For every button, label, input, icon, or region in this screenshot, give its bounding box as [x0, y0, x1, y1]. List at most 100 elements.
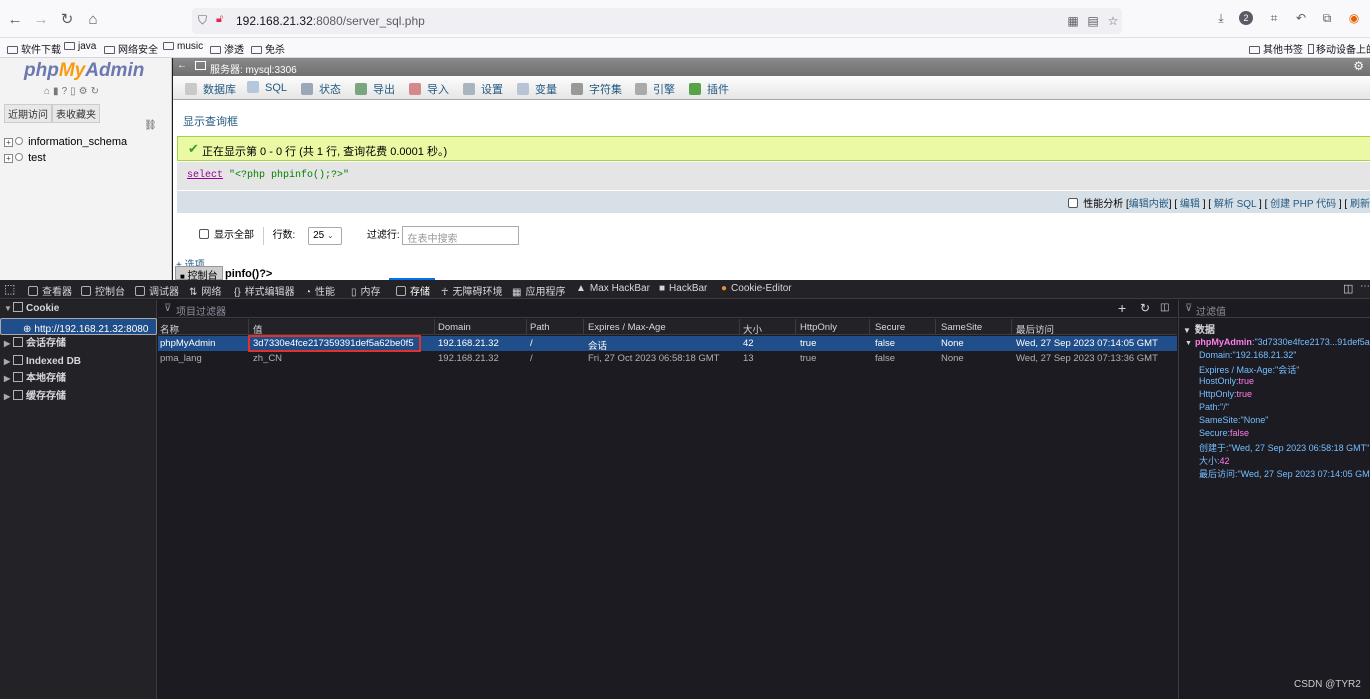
table-row[interactable]: pma_lang zh_CN 192.168.21.32 / Fri, 27 O… — [158, 351, 1177, 366]
refresh-icon[interactable]: ↻ — [1140, 301, 1150, 315]
expand-icon[interactable]: + — [4, 138, 13, 147]
tree-session-storage[interactable]: ▶ 会话存储 — [0, 335, 157, 352]
db-tree-item[interactable]: + information_schema — [4, 136, 127, 148]
cookie-property[interactable]: Secure:false — [1199, 428, 1249, 438]
profiling-checkbox[interactable] — [1068, 198, 1079, 208]
qr-code-icon[interactable]: ▦ — [1064, 12, 1082, 30]
dock-icon[interactable]: ◫ — [1343, 282, 1353, 295]
reader-view-icon[interactable]: ▤ — [1084, 12, 1102, 30]
tab-plugins[interactable]: 插件 — [689, 81, 729, 97]
db-tree-item[interactable]: + test — [4, 152, 46, 164]
show-query-box-link[interactable]: 显示查询框 — [183, 113, 238, 129]
tree-cookie[interactable]: ▼ Cookie — [0, 300, 157, 317]
tab-application[interactable]: ▦ 应用程序 — [512, 283, 565, 298]
tab-accessibility[interactable]: ☥ 无障碍环境 — [441, 283, 502, 298]
column-divider[interactable] — [739, 319, 740, 335]
tree-cache-storage[interactable]: ▶ 缓存存储 — [0, 388, 157, 405]
firefox-account-icon[interactable]: ◉ — [1345, 9, 1363, 27]
url-bar[interactable]: ⛉ 🔓︎ 192.168.21.32:8080/server_sql.php ▦… — [192, 8, 1122, 34]
collapse-arrow-icon[interactable]: ← — [177, 60, 187, 71]
cookie-property[interactable]: SameSite:"None" — [1199, 415, 1268, 425]
tab-import[interactable]: 导入 — [409, 81, 449, 97]
downloads-icon[interactable]: ⤓ — [1212, 9, 1230, 27]
gear-icon[interactable]: ⚙ — [1353, 59, 1364, 73]
item-filter[interactable]: ⊽ 项目过滤器 + ↻ ◫ — [158, 300, 1177, 318]
filter-rows-input[interactable]: 在表中搜索 — [402, 226, 520, 245]
tab-settings[interactable]: 设置 — [463, 81, 503, 97]
bookmark-mobile[interactable]: 移动设备上的 — [1308, 41, 1370, 56]
create-php-code-link[interactable]: 创建 PHP 代码 — [1270, 199, 1336, 210]
tab-debugger[interactable]: 调试器 — [135, 283, 179, 298]
edit-inline-link[interactable]: 编辑内嵌 — [1129, 199, 1169, 210]
refresh-link[interactable]: 刷新 — [1350, 199, 1370, 210]
cookie-property[interactable]: Domain:"192.168.21.32" — [1199, 350, 1296, 360]
column-divider[interactable] — [935, 319, 936, 335]
bookmark-folder[interactable]: 软件下载 — [7, 41, 61, 56]
crop-icon[interactable]: ⌗ — [1265, 9, 1283, 27]
toggle-sidebar-icon[interactable]: ◫ — [1160, 302, 1169, 313]
tab-performance[interactable]: ◔ 性能 — [305, 283, 335, 298]
bookmark-folder[interactable]: java — [64, 41, 96, 52]
explain-sql-link[interactable]: 解析 SQL — [1214, 199, 1256, 210]
rows-select[interactable]: 25 ⌄ — [308, 226, 343, 245]
extension-badge-icon[interactable]: 2 — [1239, 11, 1253, 25]
column-divider[interactable] — [795, 319, 796, 335]
column-header[interactable]: HttpOnly — [800, 322, 837, 333]
column-header[interactable]: SameSite — [941, 322, 982, 333]
show-all-checkbox[interactable] — [199, 229, 209, 240]
cookie-property[interactable]: Expires / Max-Age:"会话" — [1199, 363, 1299, 376]
bookmark-folder[interactable]: 网络安全 — [104, 41, 158, 56]
cookie-property[interactable]: Path:"/" — [1199, 402, 1229, 412]
expand-icon[interactable]: + — [4, 154, 13, 163]
tab-inspector[interactable]: 查看器 — [28, 283, 72, 298]
pma-console-tab[interactable]: ■ 控制台 — [175, 266, 223, 282]
column-header[interactable]: 大小 — [743, 322, 762, 336]
favorites-tab[interactable]: 表收藏夹 — [52, 104, 100, 123]
column-header[interactable]: 名称 — [160, 322, 179, 336]
tab-charsets[interactable]: 字符集 — [571, 81, 622, 97]
tab-max-hackbar[interactable]: ▲ Max HackBar — [576, 283, 650, 294]
bookmark-star-icon[interactable]: ☆ — [1104, 12, 1122, 30]
tab-style-editor[interactable]: {} 样式编辑器 — [234, 283, 295, 298]
tree-cookie-host[interactable]: ⊕ http://192.168.21.32:8080 — [0, 318, 157, 335]
reload-icon[interactable]: ↻ — [56, 9, 78, 31]
undo-icon[interactable]: ↶ — [1292, 9, 1310, 27]
home-icon[interactable]: ⌂ — [82, 9, 104, 31]
bookmark-folder[interactable]: 免杀 — [251, 41, 285, 56]
exit-icon[interactable]: ▮ — [53, 86, 62, 97]
docs-icon[interactable]: ▯ — [70, 86, 79, 97]
tab-variables[interactable]: 变量 — [517, 81, 557, 97]
value-filter[interactable]: ⊽ 过滤值 — [1179, 300, 1370, 318]
cookie-value[interactable]: zh_CN — [253, 353, 282, 364]
tab-network[interactable]: ⇅ 网络 — [189, 283, 221, 298]
back-icon[interactable]: ← — [4, 9, 26, 31]
tab-export[interactable]: 导出 — [355, 81, 395, 97]
column-header[interactable]: 最后访问 — [1016, 322, 1054, 336]
cookie-property[interactable]: 最后访问:"Wed, 27 Sep 2023 07:14:05 GMT" — [1199, 467, 1370, 480]
bookmark-folder[interactable]: 其他书签 — [1249, 41, 1303, 56]
column-header[interactable]: Path — [530, 322, 550, 333]
column-header[interactable]: 值 — [253, 322, 263, 336]
column-divider[interactable] — [1011, 319, 1012, 335]
tree-indexeddb[interactable]: ▶ Indexed DB — [0, 353, 157, 370]
column-divider[interactable] — [434, 319, 435, 335]
home-icon[interactable]: ⌂ — [44, 86, 53, 97]
column-divider[interactable] — [248, 319, 249, 335]
cookie-property[interactable]: 创建于:"Wed, 27 Sep 2023 06:58:18 GMT" — [1199, 441, 1369, 454]
recent-tab[interactable]: 近期访问 — [4, 104, 52, 123]
pma-logo[interactable]: phpMyAdmin — [24, 60, 144, 82]
column-divider[interactable] — [869, 319, 870, 335]
edit-link[interactable]: 编辑 — [1180, 199, 1200, 210]
tab-hackbar[interactable]: ■ HackBar — [659, 283, 707, 294]
tab-sql[interactable]: SQL — [247, 81, 287, 94]
help-icon[interactable]: ? — [62, 86, 71, 97]
data-section-header[interactable]: ▼ 数据 — [1183, 321, 1215, 336]
settings-icon[interactable]: ⚙ — [79, 86, 91, 97]
tree-local-storage[interactable]: ▶ 本地存储 — [0, 370, 157, 387]
column-divider[interactable] — [526, 319, 527, 335]
server-label[interactable]: 服务器: mysql:3306 — [210, 61, 297, 76]
extensions-icon[interactable]: ⧉ — [1318, 9, 1336, 27]
tab-status[interactable]: 状态 — [301, 81, 341, 97]
column-header[interactable]: Domain — [438, 322, 471, 333]
more-menu-icon[interactable]: ⋯ — [1360, 281, 1370, 292]
